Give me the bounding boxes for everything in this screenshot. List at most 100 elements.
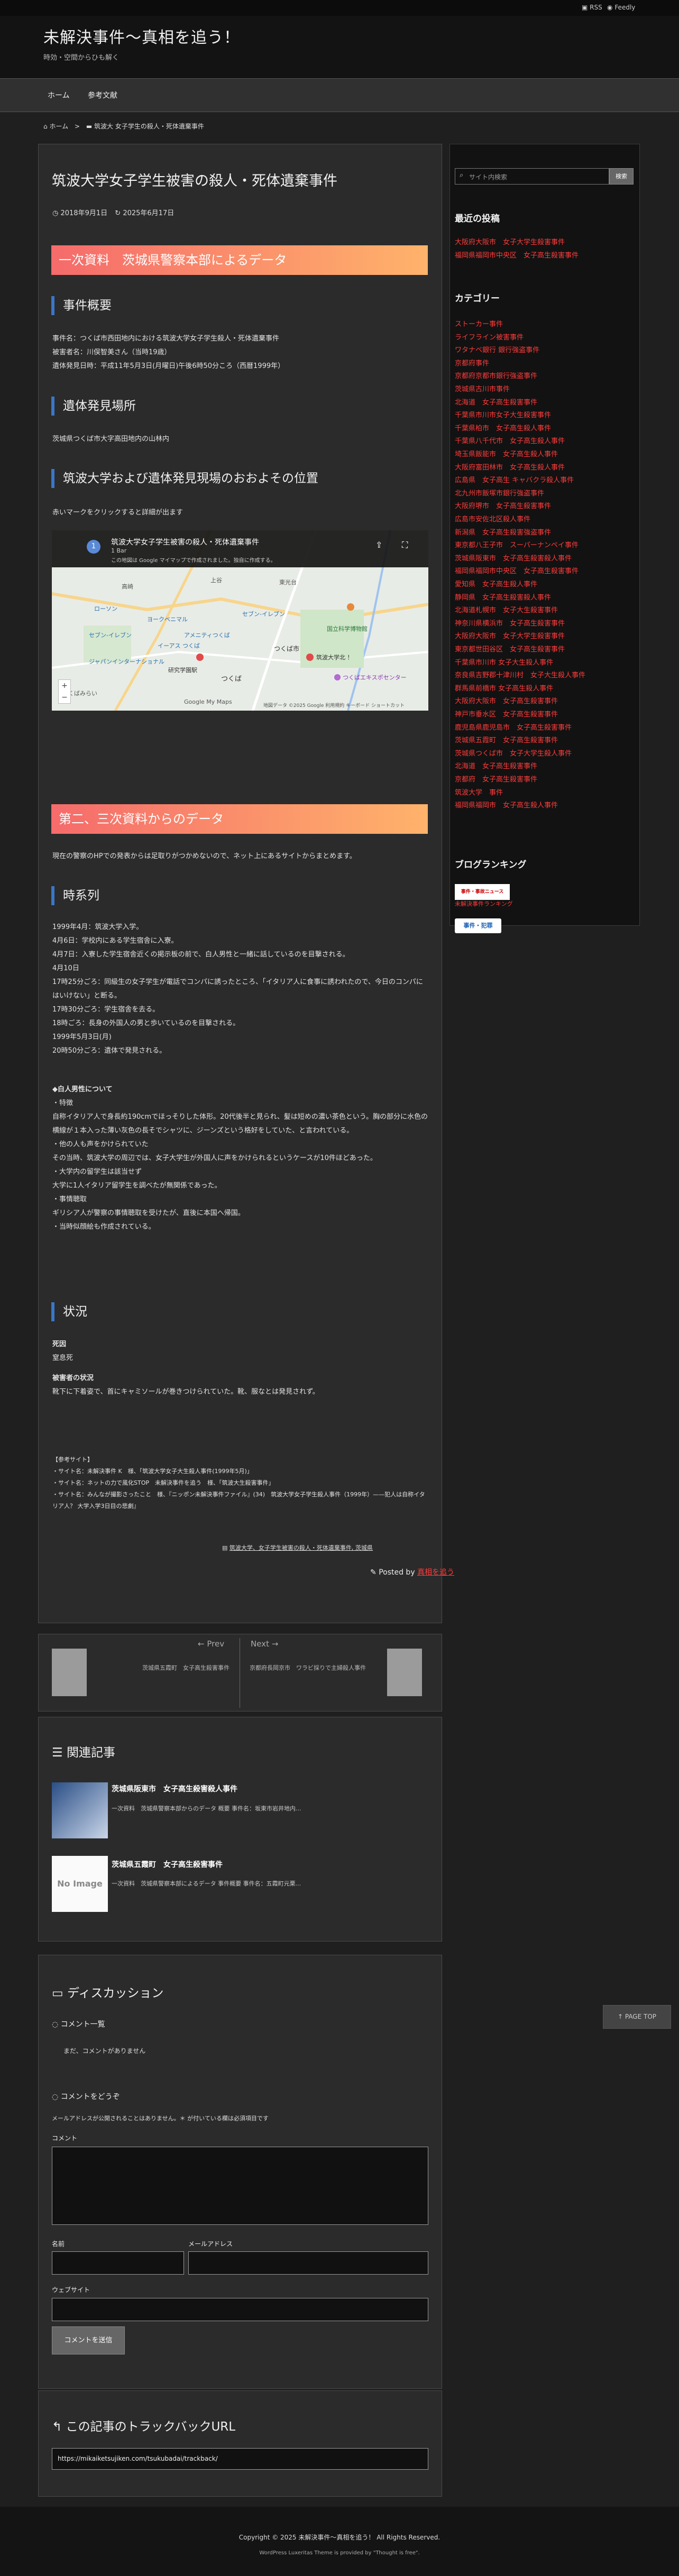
category-link[interactable]: ストーカー事件 (455, 318, 503, 328)
feedly-link[interactable]: ◉ Feedly (607, 4, 635, 11)
category-link[interactable]: 福岡県福岡市 女子高生殺人事件 (455, 799, 558, 809)
category-link[interactable]: ワタナベ銀行 銀行強盗事件 (455, 344, 539, 354)
email-field[interactable] (188, 2251, 428, 2275)
reference-item[interactable]: ・サイト名：未解決事件 K 様、「筑波大学女子大生殺人事件(1999年5月)」 (52, 1466, 428, 1477)
recent-post-link[interactable]: 福岡県福岡市中央区 女子高生殺害事件 (455, 250, 579, 260)
site-title[interactable]: 未解決事件〜真相を追う！ (43, 24, 240, 48)
category-link[interactable]: 茨城県五霞町 女子高生殺害事件 (455, 734, 558, 744)
no-image-thumbnail[interactable]: No Image (52, 1856, 108, 1912)
category-link[interactable]: 茨城県古川市事件 (455, 383, 510, 393)
rss-icon: ▣ (582, 4, 588, 11)
author-link[interactable]: 真相を追う (417, 1568, 454, 1577)
embedded-map[interactable]: 1 筑波大学女子学生被害の殺人・死体遺棄事件 1 Bar この地図は Googl… (52, 530, 428, 711)
search-button[interactable]: 検索 (609, 168, 634, 185)
ranking-badge[interactable]: 事件・犯罪 (455, 918, 501, 933)
rss-link[interactable]: ▣ RSS (582, 4, 602, 11)
ranking-link[interactable]: 未解決事件ランキング (455, 899, 513, 908)
speech-bubble-icon: ◌ (52, 2020, 59, 2029)
document-icon (387, 1649, 422, 1696)
category-link[interactable]: 北九州市飯塚市銀行強盗事件 (455, 487, 544, 498)
search-placeholder: サイト内検索 (469, 173, 508, 181)
related-title[interactable]: 茨城県五霞町 女子高生殺害事件 (112, 1859, 223, 1870)
submit-comment-button[interactable]: コメントを送信 (52, 2326, 125, 2354)
category-link[interactable]: 大阪府大阪市 女子大学生殺害事件 (455, 630, 565, 640)
category-link[interactable]: 鹿児島県鹿児島市 女子高生殺害事件 (455, 722, 572, 732)
category-link[interactable]: 埼玉県飯能市 女子高生殺人事件 (455, 448, 558, 458)
map-marker[interactable] (306, 654, 314, 661)
category-link[interactable]: 千葉県市川市 女子大生殺人事件 (455, 657, 553, 667)
tag-link[interactable]: 筑波大学、女子学生被害の殺人・死体遺棄事件, 茨城県 (230, 1544, 373, 1551)
folder-icon: ▬ (86, 123, 93, 130)
comment-textarea[interactable] (52, 2147, 428, 2225)
prev-post-link[interactable]: ← Prev 茨城県五霞町 女子高生殺害事件 (44, 1638, 235, 1708)
category-link[interactable]: 大阪府堺市 女子高生殺害事件 (455, 500, 551, 510)
category-link[interactable]: 大阪府富田林市 女子高生殺人事件 (455, 462, 565, 472)
category-link[interactable]: 神戸市垂水区 女子高生殺害事件 (455, 709, 558, 719)
category-link[interactable]: 千葉県柏市 女子高生殺人事件 (455, 422, 551, 433)
category-link[interactable]: 愛知県 女子高生殺人事件 (455, 578, 537, 588)
related-excerpt: 一次資料 茨城県警察本部からのデータ 概要 事件名：坂東市岩井地内... (112, 1805, 301, 1812)
category-link[interactable]: 千葉県市川市女子大生殺害事件 (455, 409, 551, 419)
category-link[interactable]: 北海道札幌市 女子大生殺害事件 (455, 604, 558, 614)
page-title: 筑波大学女子学生被害の殺人・死体遺棄事件 (52, 173, 337, 189)
category-link[interactable]: 広島市安佐北区殺人事件 (455, 513, 530, 523)
related-title[interactable]: 茨城県阪東市 女子高生殺害殺人事件 (112, 1783, 237, 1794)
map-brand: Google My Maps (184, 698, 232, 705)
name-field[interactable] (52, 2251, 184, 2275)
ranking-badge[interactable]: 事件・事故ニュース (455, 884, 510, 900)
next-post-link[interactable]: Next → 京都府長岡京市 ワラビ採りで主婦殺人事件 (244, 1638, 435, 1708)
reference-item[interactable]: ・サイト名：みんなが撮影さったこと 様、『ニッポン未解決事件ファイル』(34) … (52, 1489, 428, 1512)
category-link[interactable]: 筑波大学 事件 (455, 787, 503, 797)
category-link[interactable]: 東京都八王子市 スーパーナンペイ事件 (455, 539, 579, 549)
category-link[interactable]: 北海道 女子高生殺害事件 (455, 760, 537, 770)
page-top-button[interactable]: ↑ PAGE TOP (603, 2005, 671, 2029)
map-label: アメニティつくば (184, 632, 230, 639)
category-link[interactable]: 福岡県福岡市中央区 女子高生殺害事件 (455, 565, 579, 575)
site-footer: Copyright © 2025 未解決事件〜真相を追う！ All Rights… (0, 2507, 679, 2576)
category-link[interactable]: 京都府 女子高生殺害事件 (455, 774, 537, 784)
category-link[interactable]: 広島県 女子高生 キャバクラ殺人事件 (455, 474, 574, 484)
recent-post-link[interactable]: 大阪府大阪市 女子大学生殺害事件 (455, 236, 565, 246)
timeline-item: 1999年5月3日(月) (52, 1033, 112, 1041)
map-marker[interactable] (334, 674, 341, 680)
map-marker[interactable] (196, 654, 204, 661)
map-title: 筑波大学女子学生被害の殺人・死体遺棄事件 (111, 538, 259, 547)
category-link[interactable]: 京都府京都市銀行強盗事件 (455, 370, 537, 380)
category-link[interactable]: 大阪府大阪市 女子高生殺害事件 (455, 695, 558, 705)
map-marker[interactable] (347, 603, 354, 611)
zoom-control[interactable]: + − (58, 679, 71, 704)
copyright: Copyright © 2025 未解決事件〜真相を追う！ All Rights… (238, 2534, 441, 2541)
share-icon[interactable]: ⇪ (375, 540, 382, 550)
breadcrumb-category[interactable]: 筑波大 (94, 123, 113, 130)
nav-item-home[interactable]: ホーム (48, 90, 70, 100)
related-thumbnail[interactable] (52, 1782, 108, 1838)
category-link[interactable]: 北海道 女子高生殺害事件 (455, 397, 537, 407)
reply-icon: ↰ (52, 2420, 62, 2434)
category-link[interactable]: ライフライン被害事件 (455, 332, 524, 342)
website-field[interactable] (52, 2298, 428, 2321)
outline-line: 遺体発見日時：平成11年5月3日(月曜日)午後6時50分ころ（西暦1999年） (52, 362, 285, 370)
document-icon (52, 1649, 87, 1696)
heading-outline: 事件概要 (51, 296, 112, 315)
breadcrumb-home[interactable]: ホーム (49, 123, 68, 130)
nav-item-references[interactable]: 参考文献 (88, 90, 117, 100)
trackback-url-field[interactable]: https://mikaiketsujiken.com/tsukubadai/t… (52, 2448, 428, 2470)
reference-item[interactable]: ・サイト名：ネットの力で風化STOP 未解決事件を追う 様、「筑波大生殺害事件」 (52, 1477, 428, 1489)
category-link[interactable]: 神奈川県横浜市 女子高生殺害事件 (455, 618, 565, 628)
category-link[interactable]: 千葉県八千代市 女子高生殺人事件 (455, 435, 565, 445)
category-link[interactable]: 奈良県吉野郡十津川村 女子大生殺人事件 (455, 669, 585, 679)
discussion-heading: ▭ ディスカッション (52, 1986, 164, 2000)
category-link[interactable]: 茨城県阪東市 女子高生殺害殺人事件 (455, 553, 572, 563)
fullscreen-icon[interactable]: ⛶ (402, 540, 408, 550)
category-link[interactable]: 京都府事件 (455, 357, 489, 367)
category-link[interactable]: 茨城県つくば市 女子大学生殺人事件 (455, 748, 572, 758)
search-input[interactable]: ⌕ サイト内検索 (455, 168, 609, 185)
suspect-section: ◆白人男性について ・特徴 自称イタリア人で身長約190cmでほっそりした体形。… (52, 1083, 428, 1234)
category-link[interactable]: 東京都世田谷区 女子高生殺害事件 (455, 643, 565, 654)
references: 【参考サイト】 ・サイト名：未解決事件 K 様、「筑波大学女子大生殺人事件(19… (52, 1454, 428, 1512)
category-link[interactable]: 静岡県 女子高生殺害殺人事件 (455, 592, 551, 602)
next-title: 京都府長岡京市 ワラビ採りで主婦殺人事件 (250, 1664, 366, 1671)
category-link[interactable]: 群馬県前橋市 女子高生殺人事件 (455, 683, 553, 693)
category-link[interactable]: 新潟県 女子高生殺害強盗事件 (455, 527, 551, 537)
map-label: セブン-イレブン (242, 611, 285, 618)
